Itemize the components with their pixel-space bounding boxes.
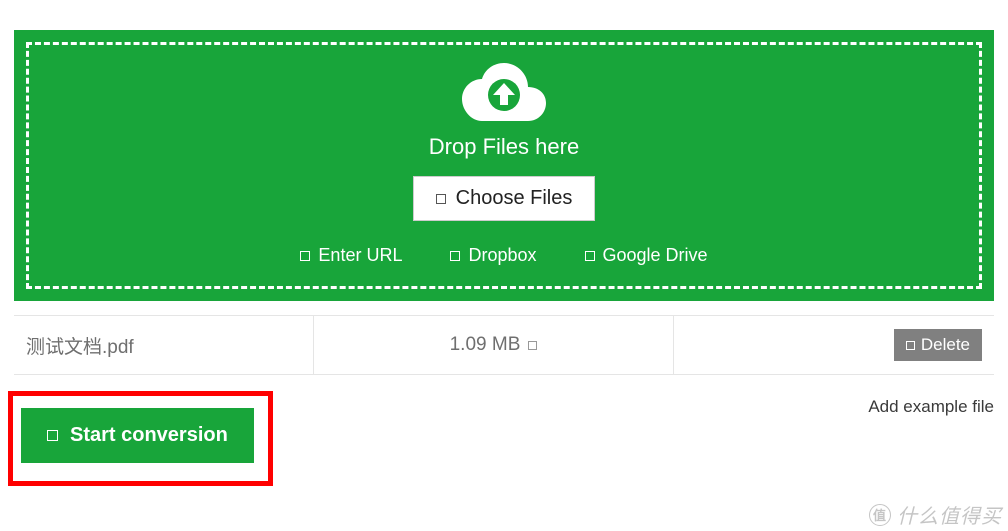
- drop-title: Drop Files here: [39, 134, 969, 160]
- start-label: Start conversion: [70, 424, 228, 447]
- delete-button[interactable]: Delete: [894, 329, 982, 361]
- drop-zone[interactable]: Drop Files here Choose Files Enter URL D…: [14, 30, 994, 301]
- dropbox-icon: [450, 251, 460, 261]
- file-name: 测试文档.pdf: [14, 316, 314, 374]
- file-icon: [436, 194, 446, 204]
- delete-label: Delete: [921, 335, 970, 355]
- add-example-file-link[interactable]: Add example file: [868, 397, 994, 417]
- start-conversion-button[interactable]: Start conversion: [21, 408, 254, 463]
- close-icon: [906, 341, 915, 350]
- highlight-box: Start conversion: [8, 391, 273, 486]
- file-size-cell: 1.09 MB: [314, 316, 674, 374]
- file-actions: Delete: [674, 329, 994, 361]
- drop-zone-inner: Drop Files here Choose Files Enter URL D…: [26, 42, 982, 289]
- watermark-badge: 值: [869, 504, 891, 526]
- enter-url-link[interactable]: Enter URL: [300, 245, 402, 266]
- google-drive-link[interactable]: Google Drive: [585, 245, 708, 266]
- link-icon: [300, 251, 310, 261]
- settings-icon[interactable]: [528, 341, 537, 350]
- play-icon: [47, 430, 58, 441]
- cloud-upload-icon: [462, 63, 546, 126]
- google-drive-label: Google Drive: [603, 245, 708, 266]
- choose-files-button[interactable]: Choose Files: [413, 176, 596, 221]
- enter-url-label: Enter URL: [318, 245, 402, 266]
- google-drive-icon: [585, 251, 595, 261]
- watermark: 值 什么值得买: [869, 500, 1002, 529]
- file-row: 测试文档.pdf 1.09 MB Delete: [14, 315, 994, 375]
- choose-files-label: Choose Files: [456, 187, 573, 210]
- dropbox-label: Dropbox: [468, 245, 536, 266]
- watermark-text: 什么值得买: [897, 500, 1002, 529]
- source-links: Enter URL Dropbox Google Drive: [39, 245, 969, 266]
- dropbox-link[interactable]: Dropbox: [450, 245, 536, 266]
- file-size: 1.09 MB: [450, 334, 521, 356]
- bottom-row: Start conversion Add example file: [14, 391, 994, 486]
